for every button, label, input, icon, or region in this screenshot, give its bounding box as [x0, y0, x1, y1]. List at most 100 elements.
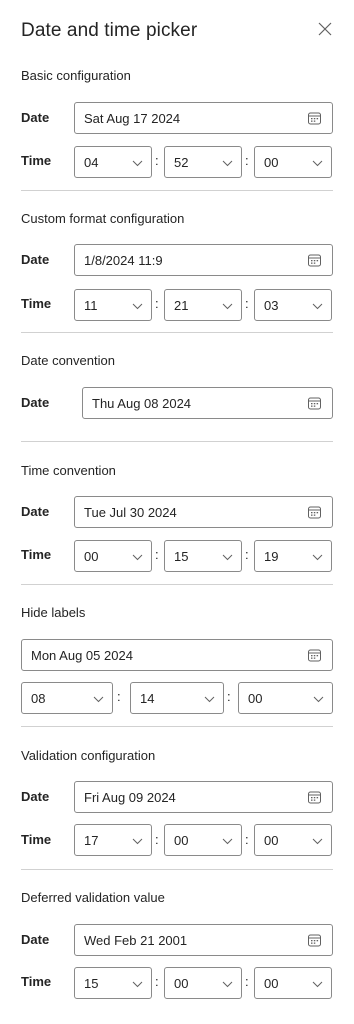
minute-value: 21: [174, 298, 189, 313]
second-value: 00: [248, 691, 263, 706]
chevron-down-icon: [222, 981, 233, 988]
section-divider: [21, 584, 333, 585]
second-select-validation[interactable]: 00: [254, 824, 332, 856]
hour-value: 11: [84, 298, 98, 313]
date-value: Thu Aug 08 2024: [92, 396, 192, 411]
time-label: Time: [21, 153, 52, 168]
chevron-down-icon: [222, 554, 233, 561]
hour-value: 17: [84, 833, 99, 848]
hour-select-basic[interactable]: 04: [74, 146, 152, 178]
chevron-down-icon: [132, 838, 143, 845]
second-select-time-convention[interactable]: 19: [254, 540, 332, 572]
minute-select-deferred-validation[interactable]: 00: [164, 967, 242, 999]
second-select-hide-labels[interactable]: 00: [238, 682, 333, 714]
chevron-down-icon: [132, 981, 143, 988]
hour-value: 15: [84, 976, 99, 991]
chevron-down-icon: [132, 554, 143, 561]
hour-select-custom-format[interactable]: 11: [74, 289, 152, 321]
time-separator: :: [117, 689, 121, 704]
minute-select-hide-labels[interactable]: 14: [130, 682, 224, 714]
second-value: 19: [264, 549, 279, 564]
minute-select-time-convention[interactable]: 15: [164, 540, 242, 572]
second-value: 03: [264, 298, 279, 313]
time-separator: :: [245, 296, 249, 311]
chevron-down-icon: [312, 303, 323, 310]
second-value: 00: [264, 976, 279, 991]
date-label: Date: [21, 932, 50, 947]
calendar-icon[interactable]: [307, 790, 322, 805]
minute-value: 14: [140, 691, 155, 706]
hour-value: 08: [31, 691, 46, 706]
date-input-deferred-validation[interactable]: Wed Feb 21 2001: [74, 924, 333, 956]
calendar-icon[interactable]: [307, 396, 322, 411]
date-label: Date: [21, 395, 50, 410]
section-title-basic: Basic configuration: [21, 68, 131, 83]
time-label: Time: [21, 296, 52, 311]
time-separator: :: [155, 296, 159, 311]
date-value: Fri Aug 09 2024: [84, 790, 176, 805]
section-title-time-convention: Time convention: [21, 463, 116, 478]
time-separator: :: [155, 153, 159, 168]
second-select-deferred-validation[interactable]: 00: [254, 967, 332, 999]
date-value: Wed Feb 21 2001: [84, 933, 188, 948]
time-label: Time: [21, 832, 52, 847]
calendar-icon[interactable]: [307, 933, 322, 948]
section-divider: [21, 441, 333, 442]
date-label: Date: [21, 789, 50, 804]
date-value: Mon Aug 05 2024: [31, 648, 133, 663]
hour-value: 00: [84, 549, 99, 564]
minute-select-basic[interactable]: 52: [164, 146, 242, 178]
date-input-validation[interactable]: Fri Aug 09 2024: [74, 781, 333, 813]
chevron-down-icon: [312, 554, 323, 561]
second-select-custom-format[interactable]: 03: [254, 289, 332, 321]
panel-title: Date and time picker: [21, 20, 198, 41]
chevron-down-icon: [222, 838, 233, 845]
minute-value: 00: [174, 976, 189, 991]
date-input-date-convention[interactable]: Thu Aug 08 2024: [82, 387, 333, 419]
date-input-hide-labels[interactable]: Mon Aug 05 2024: [21, 639, 333, 671]
calendar-icon[interactable]: [307, 111, 322, 126]
chevron-down-icon: [222, 160, 233, 167]
chevron-down-icon: [313, 696, 324, 703]
second-value: 00: [264, 833, 279, 848]
minute-select-custom-format[interactable]: 21: [164, 289, 242, 321]
date-input-basic[interactable]: Sat Aug 17 2024: [74, 102, 333, 134]
date-label: Date: [21, 252, 50, 267]
hour-select-hide-labels[interactable]: 08: [21, 682, 113, 714]
calendar-icon[interactable]: [307, 505, 322, 520]
time-separator: :: [245, 832, 249, 847]
section-title-deferred-validation: Deferred validation value: [21, 890, 165, 905]
chevron-down-icon: [312, 838, 323, 845]
time-separator: :: [227, 689, 231, 704]
time-label: Time: [21, 547, 52, 562]
section-divider: [21, 332, 333, 333]
hour-select-deferred-validation[interactable]: 15: [74, 967, 152, 999]
date-value: Tue Jul 30 2024: [84, 505, 177, 520]
time-separator: :: [245, 547, 249, 562]
date-value: Sat Aug 17 2024: [84, 111, 181, 126]
chevron-down-icon: [132, 303, 143, 310]
date-value: 1/8/2024 11:9: [84, 253, 163, 268]
minute-value: 00: [174, 833, 189, 848]
calendar-icon[interactable]: [307, 648, 322, 663]
calendar-icon[interactable]: [307, 253, 322, 268]
hour-select-validation[interactable]: 17: [74, 824, 152, 856]
section-title-custom-format: Custom format configuration: [21, 211, 185, 226]
minute-select-validation[interactable]: 00: [164, 824, 242, 856]
hour-value: 04: [84, 155, 99, 170]
section-divider: [21, 726, 333, 727]
chevron-down-icon: [222, 303, 233, 310]
second-select-basic[interactable]: 00: [254, 146, 332, 178]
time-separator: :: [155, 974, 159, 989]
chevron-down-icon: [312, 160, 323, 167]
date-input-custom-format[interactable]: 1/8/2024 11:9: [74, 244, 333, 276]
second-value: 00: [264, 155, 279, 170]
chevron-down-icon: [93, 696, 104, 703]
date-input-time-convention[interactable]: Tue Jul 30 2024: [74, 496, 333, 528]
date-label: Date: [21, 504, 50, 519]
chevron-down-icon: [132, 160, 143, 167]
minute-value: 52: [174, 155, 189, 170]
close-icon[interactable]: [317, 21, 333, 37]
chevron-down-icon: [204, 696, 215, 703]
hour-select-time-convention[interactable]: 00: [74, 540, 152, 572]
